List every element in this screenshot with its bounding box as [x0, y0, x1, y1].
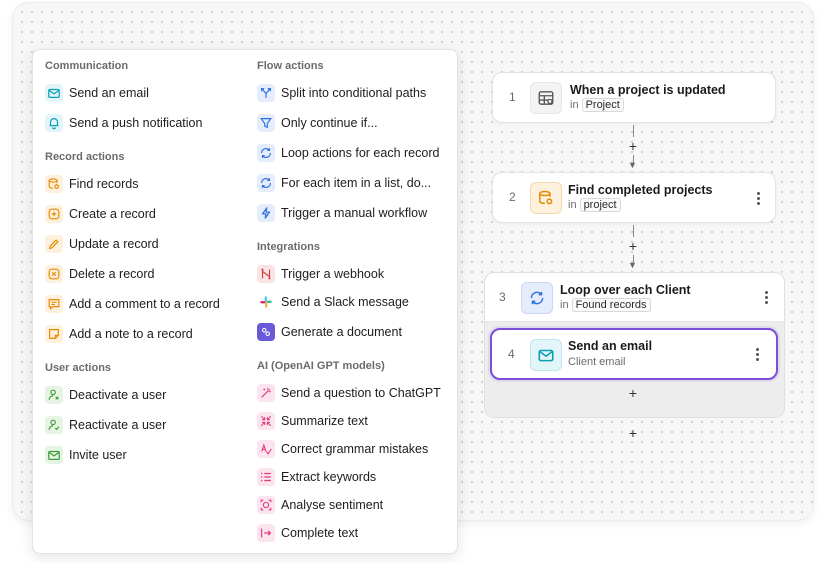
in-label: in — [560, 299, 569, 311]
slack-icon — [257, 293, 275, 311]
section-communication-heading: Communication — [45, 60, 129, 72]
filter-icon — [257, 114, 275, 132]
x-square-icon — [45, 265, 63, 283]
webhook-icon — [257, 265, 275, 283]
menu-item-complete-text[interactable]: Complete text — [257, 522, 358, 544]
step-title: Loop over each Client — [560, 283, 691, 297]
workflow-step-4-send-email[interactable]: 4 Send an email Client email — [490, 328, 778, 380]
list-icon — [257, 468, 275, 486]
sentiment-icon — [257, 496, 275, 514]
step-subtitle: Client email — [568, 356, 626, 368]
step-number: 1 — [509, 90, 516, 104]
arrow-down-icon: ▼ — [628, 260, 637, 270]
note-icon — [45, 325, 63, 343]
split-icon — [257, 84, 275, 102]
step-menu-button[interactable] — [759, 288, 773, 306]
step-tag: Project — [581, 98, 624, 112]
step-menu-button[interactable] — [750, 345, 764, 363]
connector-line — [633, 125, 634, 137]
section-user-actions-heading: User actions — [45, 362, 112, 374]
section-flow-actions-heading: Flow actions — [257, 60, 324, 72]
section-ai-heading: AI (OpenAI GPT models) — [257, 360, 385, 372]
complete-text-icon — [257, 524, 275, 542]
menu-item-generate-document[interactable]: Generate a document — [257, 321, 402, 343]
menu-item-reactivate-user[interactable]: Reactivate a user — [45, 414, 166, 436]
mail-icon — [45, 84, 63, 102]
menu-item-add-comment[interactable]: Add a comment to a record — [45, 293, 220, 315]
comment-icon — [45, 295, 63, 313]
step-tag: Found records — [571, 298, 651, 312]
menu-item-only-continue-if[interactable]: Only continue if... — [257, 112, 378, 134]
menu-item-create-record[interactable]: Create a record — [45, 203, 156, 225]
table-icon — [530, 82, 562, 114]
action-picker-menu: Communication Send an email Send a push … — [32, 49, 458, 554]
plus-square-icon — [45, 205, 63, 223]
step-number: 4 — [508, 347, 515, 361]
loop-icon — [257, 174, 275, 192]
loop-icon — [257, 144, 275, 162]
menu-item-trigger-manual-workflow[interactable]: Trigger a manual workflow — [257, 202, 427, 224]
menu-item-update-record[interactable]: Update a record — [45, 233, 159, 255]
step-number: 2 — [509, 190, 516, 204]
mail-icon — [45, 446, 63, 464]
menu-item-for-each-item[interactable]: For each item in a list, do... — [257, 172, 431, 194]
menu-item-deactivate-user[interactable]: Deactivate a user — [45, 384, 166, 406]
in-label: in — [570, 99, 579, 111]
menu-item-ask-chatgpt[interactable]: Send a question to ChatGPT — [257, 382, 441, 404]
database-search-icon — [530, 182, 562, 214]
menu-item-trigger-webhook[interactable]: Trigger a webhook — [257, 263, 384, 285]
menu-item-find-records[interactable]: Find records — [45, 173, 138, 195]
arrow-down-icon: ▼ — [628, 160, 637, 170]
workflow-step-2-find-records[interactable]: 2 Find completed projects in project — [492, 172, 776, 223]
menu-item-send-slack[interactable]: Send a Slack message — [257, 291, 409, 313]
mail-icon — [530, 339, 562, 371]
connector-line — [633, 225, 634, 237]
step-title: Find completed projects — [568, 183, 713, 197]
menu-item-loop-each-record[interactable]: Loop actions for each record — [257, 142, 439, 164]
add-step-in-loop-button[interactable]: + — [626, 386, 640, 400]
menu-item-split-paths[interactable]: Split into conditional paths — [257, 82, 426, 104]
add-step-button[interactable]: + — [626, 426, 640, 440]
menu-item-delete-record[interactable]: Delete a record — [45, 263, 154, 285]
menu-item-add-note[interactable]: Add a note to a record — [45, 323, 193, 345]
workflow-step-3-loop[interactable]: 3 Loop over each Client in Found records — [484, 272, 785, 322]
menu-item-summarize[interactable]: Summarize text — [257, 410, 368, 432]
grammar-icon — [257, 440, 275, 458]
menu-item-send-push[interactable]: Send a push notification — [45, 112, 202, 134]
add-step-button[interactable]: + — [626, 239, 640, 253]
compress-icon — [257, 412, 275, 430]
step-title: Send an email — [568, 339, 653, 353]
user-check-icon — [45, 416, 63, 434]
edit-icon — [45, 235, 63, 253]
workflow-step-1-trigger[interactable]: 1 When a project is updated in Project — [492, 72, 776, 123]
menu-item-analyse-sentiment[interactable]: Analyse sentiment — [257, 494, 383, 516]
menu-item-send-email[interactable]: Send an email — [45, 82, 149, 104]
user-x-icon — [45, 386, 63, 404]
bell-icon — [45, 114, 63, 132]
database-search-icon — [45, 175, 63, 193]
menu-item-correct-grammar[interactable]: Correct grammar mistakes — [257, 438, 428, 460]
section-record-actions-heading: Record actions — [45, 151, 125, 163]
add-step-button[interactable]: + — [626, 139, 640, 153]
step-title: When a project is updated — [570, 83, 726, 97]
document-icon — [257, 323, 275, 341]
in-label: in — [568, 199, 577, 211]
menu-item-extract-keywords[interactable]: Extract keywords — [257, 466, 376, 488]
menu-item-invite-user[interactable]: Invite user — [45, 444, 127, 466]
bolt-icon — [257, 204, 275, 222]
loop-icon — [521, 282, 553, 314]
step-menu-button[interactable] — [751, 189, 765, 207]
magic-wand-icon — [257, 384, 275, 402]
step-tag: project — [579, 198, 621, 212]
section-integrations-heading: Integrations — [257, 241, 320, 253]
step-number: 3 — [499, 290, 506, 304]
